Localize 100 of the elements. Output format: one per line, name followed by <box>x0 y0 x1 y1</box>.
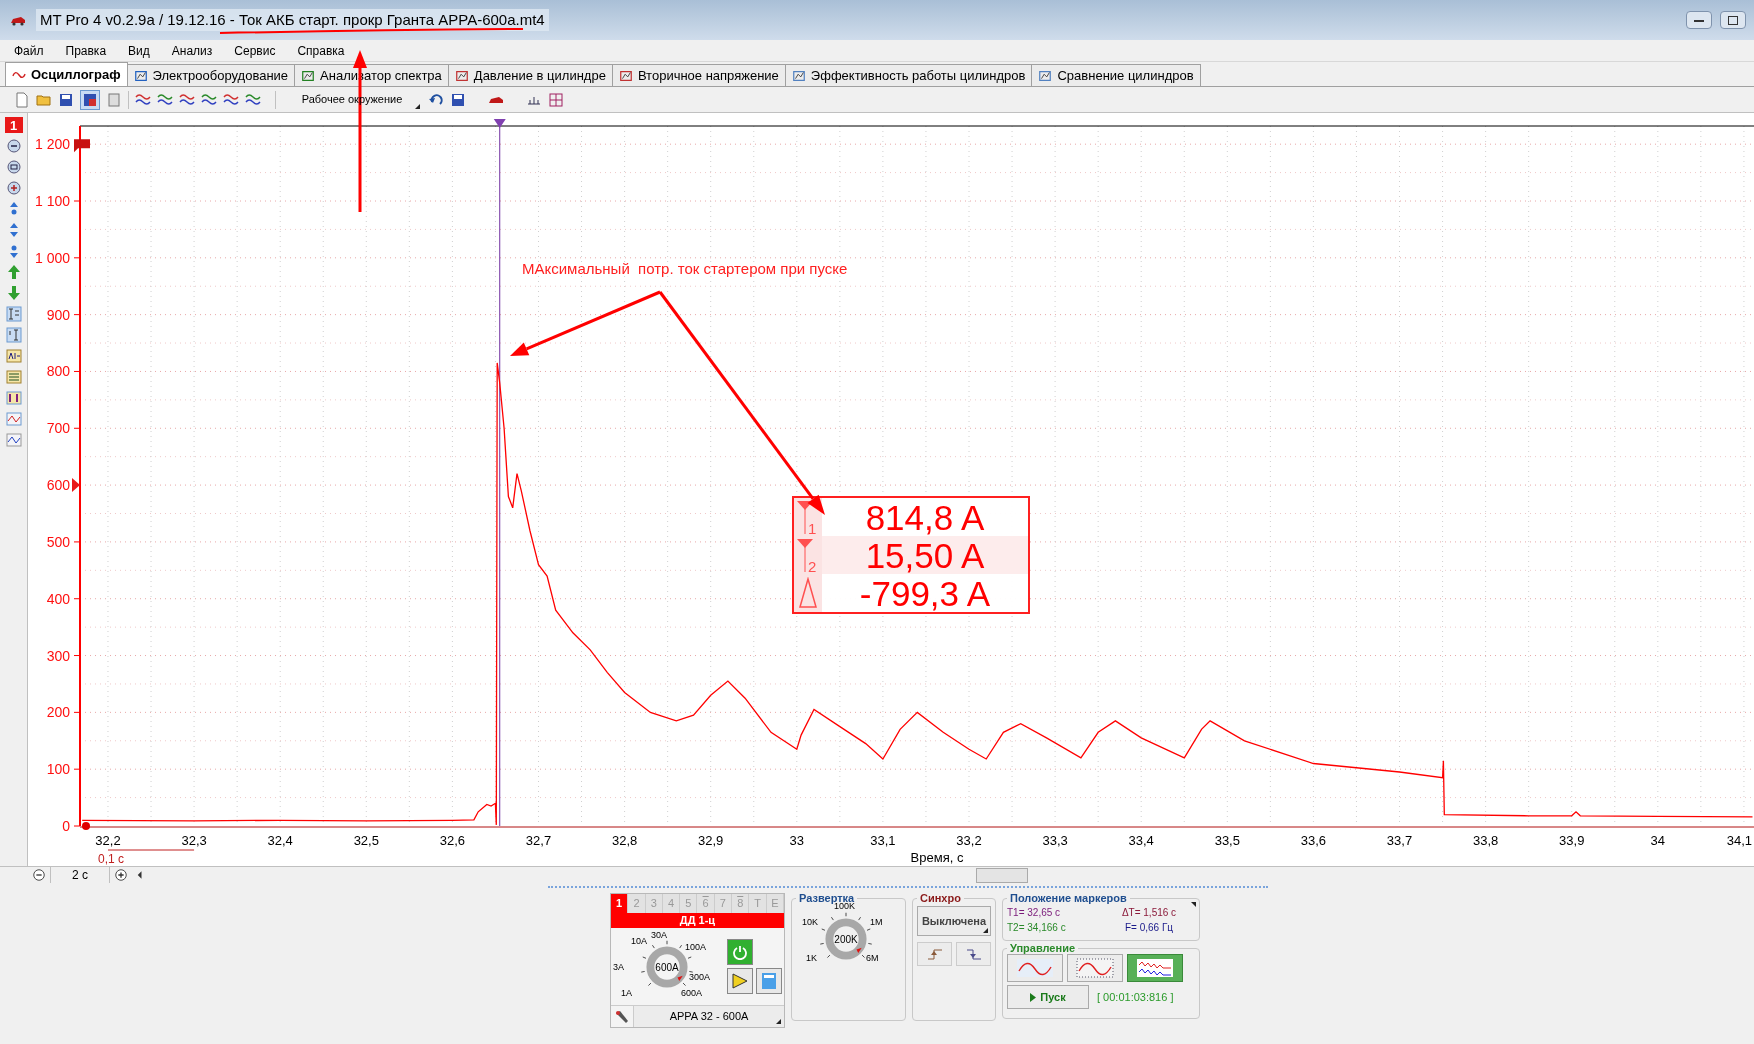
cursor-icon[interactable] <box>5 306 22 322</box>
channel-title: ДД 1-ц <box>611 913 784 928</box>
graph-icon[interactable] <box>5 432 22 448</box>
menu-item[interactable]: Анализ <box>171 41 213 60</box>
list-icon[interactable] <box>5 369 22 385</box>
zoom-in-icon[interactable] <box>5 180 22 196</box>
waveform-icon[interactable] <box>179 91 195 108</box>
menu-item[interactable]: Файл <box>14 41 44 60</box>
arrow-up-icon[interactable] <box>5 264 22 280</box>
x-tick-label: 33,1 <box>870 833 896 848</box>
play-button[interactable] <box>727 968 753 994</box>
menu-item[interactable]: Справка <box>297 41 345 60</box>
label-icon[interactable] <box>5 348 22 364</box>
scale-label: 10K <box>802 918 818 927</box>
x-tick-label: 33,3 <box>1042 833 1068 848</box>
play-icon <box>731 972 749 990</box>
zoom-out-icon[interactable] <box>5 138 22 154</box>
chart-icon <box>454 68 469 83</box>
waveform-icon[interactable] <box>157 91 173 108</box>
chart-icon <box>1038 68 1053 83</box>
scale-label: 6M <box>866 954 879 963</box>
reading-value: -799,3 A <box>858 575 992 611</box>
y-tick-label: 200 <box>46 704 70 721</box>
save-icon[interactable] <box>58 91 74 108</box>
scale-label: 1M <box>870 918 883 927</box>
group-title: Положение маркеров <box>1009 893 1128 904</box>
zoom-in-icon[interactable] <box>114 868 128 882</box>
marker-position: F= 0,66 Гц <box>1123 921 1175 935</box>
x-tick-label: 34,1 <box>1726 833 1752 848</box>
tab[interactable]: Осциллограф <box>5 62 128 86</box>
y-tick-label: 100 <box>46 761 70 778</box>
x-tick-label: 33,7 <box>1386 833 1413 848</box>
x-tick-label: 32,8 <box>611 833 638 848</box>
sensor-dropdown[interactable]: APPA 32 - 600A <box>633 1006 784 1027</box>
channel-tab[interactable]: 1 <box>611 894 629 913</box>
chart-icon <box>791 68 806 83</box>
corner-triangle-icon <box>1191 902 1196 907</box>
chart-icon <box>133 68 148 83</box>
scale-label: 600A <box>681 988 703 998</box>
new-file-icon[interactable] <box>14 91 30 108</box>
x-tick-label: 33 <box>789 833 805 848</box>
cursor-icon[interactable] <box>5 327 22 343</box>
save-icon[interactable] <box>450 91 466 108</box>
arrow-down-icon[interactable] <box>5 285 22 301</box>
fit-icon[interactable] <box>5 159 22 175</box>
scale-label: 300A <box>689 972 711 982</box>
maximize-icon <box>1728 15 1738 25</box>
marker-number: 1 <box>808 521 817 536</box>
scroll-thumb[interactable] <box>976 867 1028 883</box>
tab[interactable]: Электрооборудование <box>126 64 296 86</box>
display-mode-button[interactable] <box>1007 954 1063 982</box>
display-mode-button[interactable] <box>1067 954 1123 982</box>
chart-icon <box>618 68 633 83</box>
undo-icon[interactable] <box>428 91 444 108</box>
graph-icon[interactable] <box>5 411 22 427</box>
tab[interactable]: Вторичное напряжение <box>611 64 786 86</box>
sync-mode-button[interactable]: Выключена <box>917 906 991 936</box>
tab[interactable]: Эффективность работы цилиндров <box>784 64 1033 86</box>
menu-item[interactable]: Сервис <box>234 41 276 60</box>
x-tick-label: 32,4 <box>267 833 293 848</box>
channel-badge[interactable]: 1 <box>4 117 23 133</box>
calculator-button[interactable] <box>756 968 782 994</box>
group-title: Синхро <box>919 893 962 904</box>
menu-item[interactable]: Вид <box>128 41 150 60</box>
start-button[interactable]: Пуск <box>1007 985 1089 1009</box>
scale-label: 0,1 с <box>98 852 124 866</box>
falling-edge-icon <box>965 948 982 960</box>
waveform-icon[interactable] <box>245 91 261 108</box>
marker-position: ΔT= 1,516 с <box>1120 906 1178 920</box>
x-tick-label: 32,9 <box>698 833 724 848</box>
minimize-button[interactable] <box>1686 11 1712 29</box>
corner-triangle-icon <box>983 928 988 933</box>
waveform-icon[interactable] <box>201 91 217 108</box>
scale-label: 100A <box>685 942 707 952</box>
group-title: Развертка <box>798 893 856 904</box>
zoom-out-icon[interactable] <box>32 868 46 882</box>
cursor-handle-icon[interactable] <box>493 119 506 128</box>
tab[interactable]: Давление в цилиндре <box>447 64 613 86</box>
save-as-button[interactable] <box>80 89 100 110</box>
grid-icon[interactable] <box>548 91 564 108</box>
menu-item[interactable]: Правка <box>65 41 107 60</box>
marker-number: 2 <box>808 559 817 574</box>
group-title: Управление <box>1009 943 1076 954</box>
reading-value: 15,50 A <box>864 537 986 573</box>
x-tick-label: 32,6 <box>439 833 466 848</box>
waveform-icon[interactable] <box>223 91 239 108</box>
waveform-icon[interactable] <box>135 91 151 108</box>
marker-icon <box>796 538 814 572</box>
waveforms-icon <box>1135 957 1175 979</box>
markers-icon[interactable] <box>5 390 22 406</box>
x-tick-label: 33,6 <box>1300 833 1327 848</box>
y-tick-label: 600 <box>46 477 70 494</box>
tab[interactable]: Сравнение цилиндров <box>1031 64 1201 86</box>
display-mode-button[interactable] <box>1127 954 1183 982</box>
power-button[interactable] <box>727 939 753 965</box>
corner-triangle-icon <box>776 1019 781 1024</box>
y-tick-label: 300 <box>46 647 70 664</box>
x-tick-label: 32,3 <box>181 833 207 848</box>
maximize-button[interactable] <box>1720 11 1746 29</box>
y-tick-label: 800 <box>46 363 70 380</box>
